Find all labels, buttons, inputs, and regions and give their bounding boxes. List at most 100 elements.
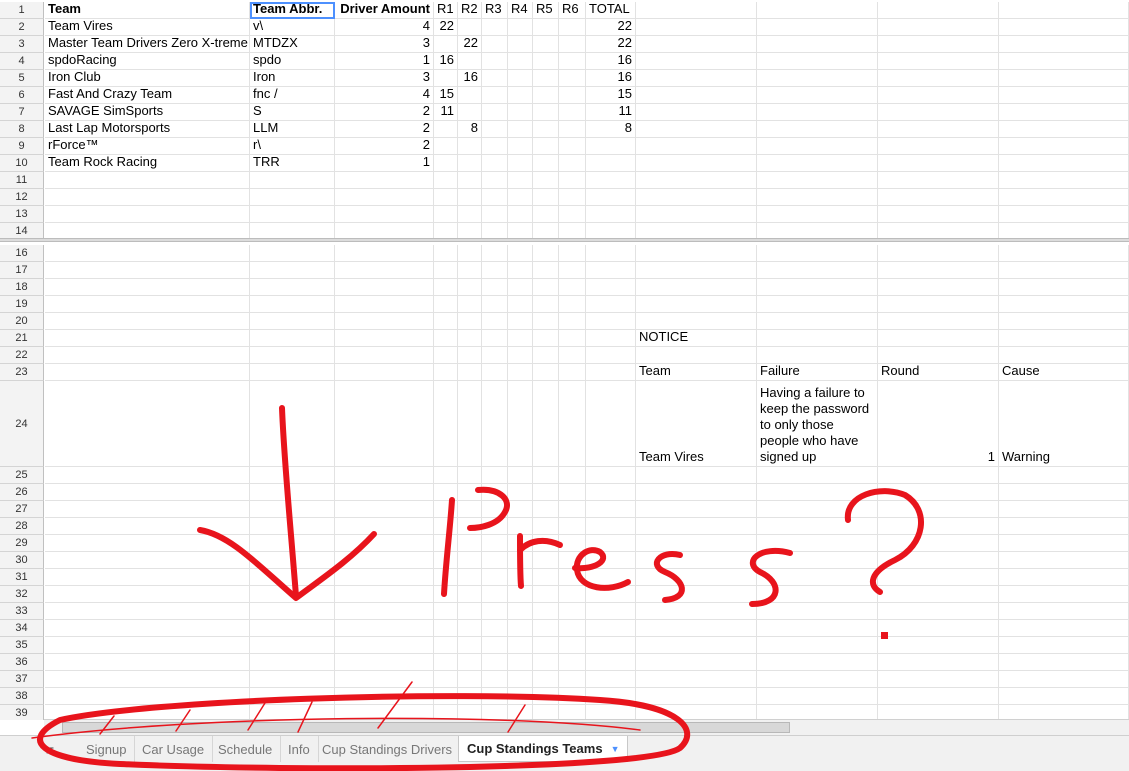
cell[interactable] [533,19,559,36]
cell[interactable] [45,705,250,720]
cell[interactable] [878,87,999,104]
cell[interactable] [45,484,250,501]
row-header[interactable]: 3 [0,36,44,53]
cell[interactable] [636,620,757,637]
cell[interactable] [757,296,878,313]
cell[interactable] [559,603,586,620]
cell[interactable] [586,535,636,552]
cell[interactable] [999,189,1129,206]
cell[interactable] [999,671,1129,688]
cell[interactable] [586,586,636,603]
cell[interactable] [434,70,458,87]
row-header[interactable]: 17 [0,262,44,279]
cell[interactable] [434,245,458,262]
cell[interactable] [533,121,559,138]
cell[interactable] [458,330,482,347]
cell[interactable] [999,313,1129,330]
row-header[interactable]: 13 [0,206,44,223]
cell[interactable] [757,347,878,364]
row-header[interactable]: 5 [0,70,44,87]
cell[interactable] [434,296,458,313]
cell[interactable] [335,484,434,501]
cell[interactable] [458,705,482,720]
cell[interactable] [999,637,1129,654]
cell[interactable]: 22 [586,19,636,36]
row-header[interactable]: 6 [0,87,44,104]
cell[interactable] [586,467,636,484]
row-header[interactable]: 7 [0,104,44,121]
scrollbar-thumb[interactable] [62,722,790,733]
cell[interactable] [999,620,1129,637]
cell[interactable] [999,603,1129,620]
cell[interactable]: R6 [559,2,586,19]
cell[interactable] [458,637,482,654]
cell[interactable] [878,467,999,484]
cell[interactable]: R4 [508,2,533,19]
row-header[interactable]: 37 [0,671,44,688]
sheet-tab[interactable]: Cup Standings Drivers [314,736,462,762]
cell[interactable] [586,172,636,189]
cell[interactable] [999,19,1129,36]
cell[interactable]: Iron [250,70,335,87]
cell[interactable] [533,36,559,53]
cell[interactable] [878,671,999,688]
cell[interactable] [250,620,335,637]
horizontal-scrollbar[interactable] [44,719,1129,735]
cell[interactable] [250,671,335,688]
cell[interactable] [586,189,636,206]
cell[interactable] [508,705,533,720]
cell[interactable] [458,296,482,313]
cell[interactable] [559,70,586,87]
cell[interactable] [878,296,999,313]
cell[interactable] [586,484,636,501]
cell[interactable] [434,586,458,603]
cell[interactable] [434,671,458,688]
cell[interactable] [533,586,559,603]
cell[interactable] [586,552,636,569]
cell[interactable] [757,262,878,279]
cell[interactable] [636,155,757,172]
cell[interactable] [999,535,1129,552]
cell[interactable] [458,501,482,518]
cell[interactable] [533,313,559,330]
cell[interactable] [458,313,482,330]
cell[interactable]: 22 [586,36,636,53]
cell[interactable] [878,172,999,189]
cell[interactable]: Fast And Crazy Team [45,87,250,104]
cell[interactable] [878,535,999,552]
cell[interactable] [878,705,999,720]
cell[interactable] [757,671,878,688]
cell[interactable] [999,569,1129,586]
cell[interactable] [757,535,878,552]
cell[interactable] [508,19,533,36]
cell[interactable] [250,381,335,467]
cell[interactable] [999,70,1129,87]
row-header[interactable]: 18 [0,279,44,296]
cell[interactable] [586,138,636,155]
cell[interactable] [586,569,636,586]
row-header[interactable]: 12 [0,189,44,206]
cell[interactable] [508,603,533,620]
cell[interactable] [508,654,533,671]
cell[interactable] [757,138,878,155]
cell[interactable] [636,206,757,223]
cell[interactable] [533,705,559,720]
cell[interactable] [434,138,458,155]
cell[interactable] [482,36,508,53]
cell[interactable] [878,603,999,620]
cell[interactable] [482,467,508,484]
cell[interactable] [508,121,533,138]
cell[interactable] [335,705,434,720]
cell[interactable] [508,364,533,381]
cell[interactable] [559,104,586,121]
cell[interactable] [45,347,250,364]
cell[interactable] [482,70,508,87]
cell[interactable] [636,637,757,654]
cell[interactable]: spdo [250,53,335,70]
cell[interactable] [458,569,482,586]
cell[interactable] [250,245,335,262]
cell[interactable] [878,484,999,501]
cell[interactable] [508,671,533,688]
cell[interactable] [878,104,999,121]
cell[interactable] [250,172,335,189]
